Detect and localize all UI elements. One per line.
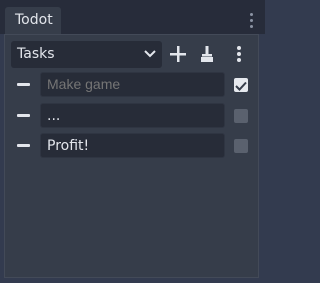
list-select[interactable]: Tasks	[11, 41, 162, 68]
todot-dock: Todot Tasks Make game ... Profit!	[0, 0, 265, 283]
remove-todo-button[interactable]	[17, 83, 30, 86]
todo-checkbox[interactable]	[234, 139, 248, 153]
chevron-down-icon	[144, 50, 156, 58]
dot	[250, 19, 253, 22]
dot	[250, 13, 253, 16]
todo-checkbox[interactable]	[234, 109, 248, 123]
todo-field[interactable]: ...	[40, 103, 225, 128]
list-select-value: Tasks	[17, 46, 55, 62]
dock-tab-bar: Todot	[0, 0, 265, 34]
clear-brush-icon[interactable]	[198, 45, 216, 63]
todo-panel: Tasks ...	[4, 34, 259, 278]
remove-todo-button[interactable]	[17, 114, 30, 117]
todo-checkbox[interactable]	[234, 78, 248, 92]
check-icon	[235, 81, 247, 91]
more-options-icon[interactable]	[230, 45, 248, 63]
todo-field[interactable]: Profit!	[40, 133, 225, 158]
tab-todot[interactable]: Todot	[5, 7, 61, 34]
dock-menu-icon[interactable]	[250, 13, 254, 31]
remove-todo-button[interactable]	[17, 144, 30, 147]
add-icon[interactable]	[169, 45, 187, 63]
todo-field[interactable]	[40, 72, 225, 97]
dot	[250, 25, 253, 28]
